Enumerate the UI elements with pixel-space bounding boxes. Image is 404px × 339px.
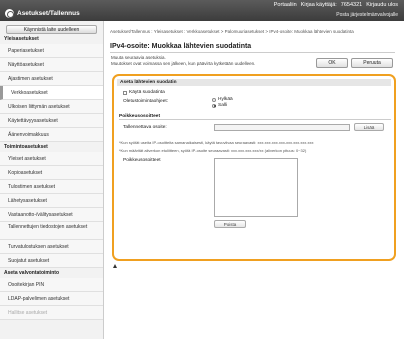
mail-admin-link[interactable]: Posta järjestelmänvalvojalle (336, 12, 398, 18)
top-bar: Portaaliin Kirjaa käyttäjä: 7654321 Kirj… (0, 0, 404, 21)
title-divider (110, 52, 395, 53)
exception-address-list[interactable] (214, 158, 298, 217)
exception-list-label-row: Poikkeusosoitteet (123, 158, 161, 163)
sidebar-item-secure-print[interactable]: Turvatulostuksen asetukset (0, 240, 103, 254)
sidebar-item-timer[interactable]: Ajastimen asetukset (0, 72, 103, 86)
scroll-to-top-icon[interactable] (113, 264, 117, 268)
sidebar-item-ldap[interactable]: LDAP-palvelimen asetukset (0, 292, 103, 306)
sidebar-section-function: Toimintoasetukset (4, 144, 48, 150)
portal-link[interactable]: Portaaliin (274, 2, 297, 10)
sidebar-item-send[interactable]: Lähetysasetukset (0, 194, 103, 208)
range-note: *Kun syötät useita IP-osoitteita samanai… (119, 140, 314, 145)
allow-radio[interactable] (212, 103, 216, 108)
sidebar-item-stored-files-label: Tallennettujen tiedostojen asetukset (8, 224, 88, 230)
exception-addresses-header: Poikkeusosoitteet (119, 114, 391, 120)
use-filter-row: Käytä suodatinta (123, 90, 165, 95)
delete-button[interactable]: Poista (214, 220, 246, 228)
main-content: Asetukset/Tallennus : Yleisasetukset : V… (105, 21, 404, 339)
reject-row: Hylkää (212, 97, 233, 102)
top-links: Portaaliin Kirjaa käyttäjä: 7654321 Kirj… (274, 2, 398, 10)
sidebar-item-receive-forward[interactable]: Vastaanotto-/välitysasetukset (0, 208, 103, 222)
breadcrumb: Asetukset/Tallennus : Yleisasetukset : V… (110, 29, 354, 34)
sidebar-section-management: Aseta valvontatoiminto (4, 270, 60, 276)
sidebar-item-copy[interactable]: Kopioasetukset (0, 166, 103, 180)
reject-radio[interactable] (212, 97, 216, 102)
panel-header: Aseta lähtevien suodatin (117, 79, 391, 86)
sidebar-item-paper[interactable]: Paperiasetukset (0, 44, 103, 58)
allow-label: Salli (218, 103, 228, 108)
login-user-id: 7654321 (340, 2, 363, 8)
outbound-filter-panel: Aseta lähtevien suodatin Käytä suodatint… (112, 74, 396, 261)
use-filter-label: Käytä suodatinta (129, 90, 165, 95)
exception-list-label: Poikkeusosoitteet (123, 158, 161, 163)
sidebar-item-stored-files[interactable]: Tallennettujen tiedostojen asetukset (0, 222, 103, 240)
sidebar-item-external-interface[interactable]: Ulkoisen liittymän asetukset (0, 100, 103, 114)
instruction-line-2: Muutokset ovat voimassa sen jälkeen, kun… (111, 60, 256, 66)
ok-button[interactable]: OK (316, 58, 348, 68)
prefix-note: *Kun määrität aliverkon etuliitteen, syö… (119, 148, 307, 153)
address-input[interactable] (214, 124, 350, 131)
app-title-text: Asetukset/Tallennus (17, 10, 80, 17)
settings-logo-icon (5, 9, 14, 18)
sidebar-item-accessibility[interactable]: Käytettävyysasetukset (0, 114, 103, 128)
address-label: Tallennettava osoite: (123, 125, 167, 130)
login-user-label: Kirjaa käyttäjä: (300, 2, 337, 8)
sidebar-item-printer[interactable]: Tulostimen asetukset (0, 180, 103, 194)
page-title: IPv4-osoite: Muokkaa lähtevien suodatint… (110, 43, 252, 50)
reject-label: Hylkää (218, 97, 233, 102)
use-filter-checkbox[interactable] (123, 90, 127, 95)
app-title: Asetukset/Tallennus (5, 9, 80, 18)
address-label-row: Tallennettava osoite: (123, 125, 167, 130)
sidebar-item-secured[interactable]: Suojatut asetukset (0, 254, 103, 268)
instruction-notes: Muuta seuraavia asetuksia. Muutokset ova… (111, 55, 255, 66)
sidebar-item-network[interactable]: Verkkoasetukset (0, 86, 103, 100)
sidebar-item-volume[interactable]: Äänenvoimakkuus (0, 128, 103, 142)
allow-row: Salli (212, 103, 227, 108)
logout-link[interactable]: Kirjaudu ulos (366, 2, 398, 10)
cancel-button[interactable]: Peruuta (351, 58, 393, 68)
sidebar-section-general: Yleisasetukset (4, 36, 39, 42)
restart-device-button[interactable]: Käynnistä laite uudelleen (6, 25, 97, 34)
add-button[interactable]: Lisää (354, 123, 384, 131)
sidebar-item-common[interactable]: Yleiset asetukset (0, 152, 103, 166)
sidebar: Käynnistä laite uudelleen Yleisasetukset… (0, 21, 104, 339)
default-policy-label: Oletustoimintaohjeet: (123, 99, 169, 104)
sidebar-item-address-book-pin[interactable]: Osoitekirjan PIN (0, 278, 103, 292)
sidebar-item-manage[interactable]: Hallitse asetukset (0, 306, 103, 320)
sidebar-item-display[interactable]: Näyttöasetukset (0, 58, 103, 72)
default-policy-label-row: Oletustoimintaohjeet: (123, 99, 168, 104)
